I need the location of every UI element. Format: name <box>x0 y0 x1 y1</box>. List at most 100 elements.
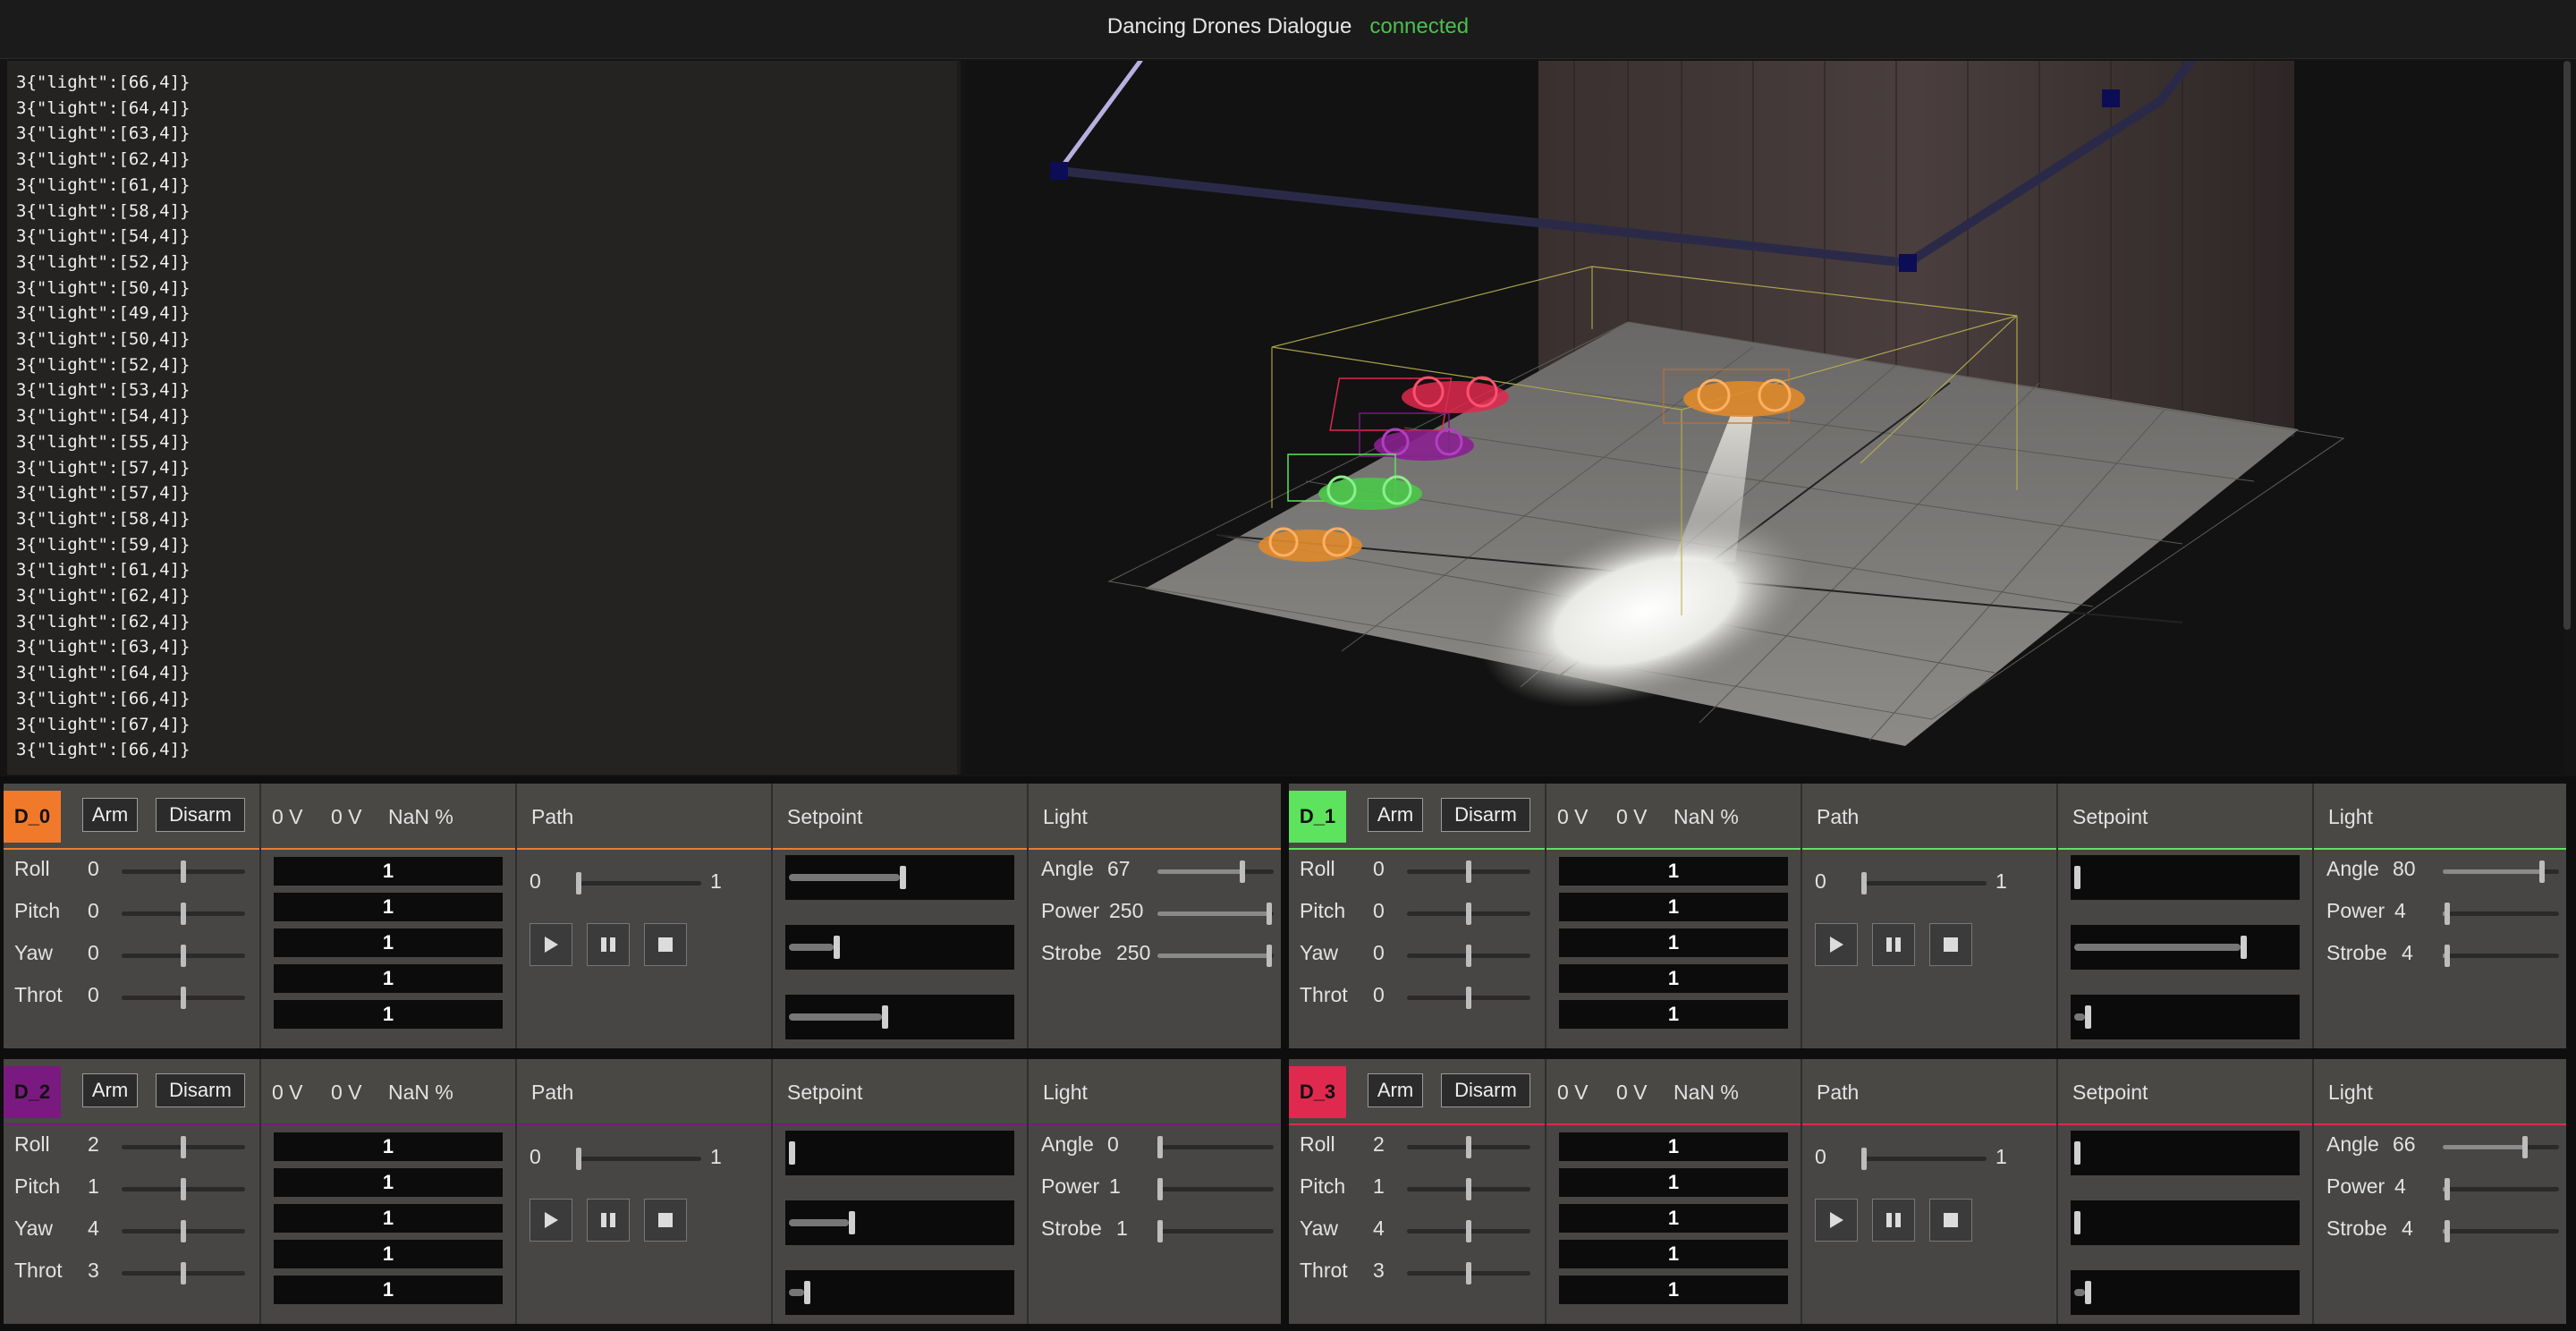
setpoint-knob[interactable] <box>882 1005 888 1029</box>
power-slider[interactable] <box>1157 903 1274 925</box>
setpoint-knob[interactable] <box>2085 1005 2091 1029</box>
setpoint-slider[interactable] <box>2071 1131 2300 1175</box>
setpoint-slider[interactable] <box>2071 925 2300 970</box>
yaw-slider[interactable] <box>1407 1220 1530 1242</box>
power-slider-knob[interactable] <box>1157 1178 1163 1200</box>
arm-button[interactable]: Arm <box>82 798 138 832</box>
pitch-slider-knob[interactable] <box>1466 1178 1471 1200</box>
yaw-slider[interactable] <box>1407 945 1530 967</box>
path-progress-slider-knob[interactable] <box>576 872 581 894</box>
setpoint-knob[interactable] <box>900 866 906 889</box>
throt-slider[interactable] <box>1407 1262 1530 1284</box>
strobe-slider[interactable] <box>2443 1220 2559 1242</box>
setpoint-knob[interactable] <box>2074 1211 2080 1234</box>
throt-slider-knob[interactable] <box>1466 987 1471 1009</box>
angle-slider[interactable] <box>1157 860 1274 883</box>
arm-button[interactable]: Arm <box>1368 798 1423 832</box>
power-slider[interactable] <box>2443 903 2559 925</box>
power-slider[interactable] <box>1157 1178 1274 1200</box>
pitch-slider[interactable] <box>122 903 245 925</box>
yaw-slider-knob[interactable] <box>181 1220 186 1242</box>
setpoint-slider[interactable] <box>2071 995 2300 1039</box>
setpoint-slider[interactable] <box>2071 1270 2300 1315</box>
strobe-slider-knob[interactable] <box>2445 945 2450 967</box>
yaw-slider[interactable] <box>122 945 245 967</box>
strobe-slider-knob[interactable] <box>2445 1220 2450 1242</box>
throt-slider[interactable] <box>122 987 245 1009</box>
path-progress-slider-knob[interactable] <box>1861 872 1867 894</box>
angle-slider-knob[interactable] <box>2522 1136 2528 1158</box>
play-button[interactable] <box>530 1199 572 1242</box>
pitch-slider[interactable] <box>1407 903 1530 925</box>
pitch-slider-knob[interactable] <box>181 1178 186 1200</box>
arm-button[interactable]: Arm <box>82 1073 138 1107</box>
yaw-slider-knob[interactable] <box>1466 945 1471 967</box>
throt-slider[interactable] <box>1407 987 1530 1009</box>
setpoint-knob[interactable] <box>2074 1141 2080 1165</box>
yaw-slider[interactable] <box>122 1220 245 1242</box>
stop-button[interactable] <box>1929 1199 1972 1242</box>
stop-button[interactable] <box>1929 923 1972 966</box>
strobe-slider[interactable] <box>1157 1220 1274 1242</box>
setpoint-knob[interactable] <box>2241 936 2247 959</box>
pause-button[interactable] <box>587 1199 630 1242</box>
play-button[interactable] <box>1815 1199 1858 1242</box>
play-button[interactable] <box>530 923 572 966</box>
pause-button[interactable] <box>1872 1199 1915 1242</box>
path-progress-slider-knob[interactable] <box>576 1148 581 1170</box>
roll-slider-knob[interactable] <box>181 1136 186 1158</box>
setpoint-slider[interactable] <box>2071 855 2300 900</box>
disarm-button[interactable]: Disarm <box>156 798 245 832</box>
roll-slider-knob[interactable] <box>1466 1136 1471 1158</box>
setpoint-slider[interactable] <box>785 855 1014 900</box>
angle-slider-knob[interactable] <box>1240 860 1245 883</box>
throt-slider-knob[interactable] <box>181 1262 186 1284</box>
setpoint-slider[interactable] <box>2071 1200 2300 1245</box>
setpoint-knob[interactable] <box>2085 1281 2091 1304</box>
disarm-button[interactable]: Disarm <box>156 1073 245 1107</box>
stop-button[interactable] <box>644 1199 687 1242</box>
stop-button[interactable] <box>644 923 687 966</box>
roll-slider[interactable] <box>1407 1136 1530 1158</box>
setpoint-slider[interactable] <box>785 1270 1014 1315</box>
setpoint-slider[interactable] <box>785 1200 1014 1245</box>
yaw-slider-knob[interactable] <box>181 945 186 967</box>
strobe-slider-knob[interactable] <box>1267 945 1272 967</box>
setpoint-slider[interactable] <box>785 995 1014 1039</box>
scene-scrollbar[interactable] <box>2563 61 2571 630</box>
roll-slider-knob[interactable] <box>181 860 186 883</box>
roll-slider[interactable] <box>122 860 245 883</box>
angle-slider[interactable] <box>1157 1136 1274 1158</box>
throt-slider[interactable] <box>122 1262 245 1284</box>
angle-slider-knob[interactable] <box>1157 1136 1163 1158</box>
pitch-slider-knob[interactable] <box>181 903 186 925</box>
path-progress-slider[interactable] <box>1861 872 1987 894</box>
power-slider[interactable] <box>2443 1178 2559 1200</box>
roll-slider[interactable] <box>122 1136 245 1158</box>
yaw-slider-knob[interactable] <box>1466 1220 1471 1242</box>
setpoint-knob[interactable] <box>789 1141 795 1165</box>
angle-slider-knob[interactable] <box>2539 860 2545 883</box>
angle-slider[interactable] <box>2443 1136 2559 1158</box>
power-slider-knob[interactable] <box>2445 1178 2450 1200</box>
roll-slider[interactable] <box>1407 860 1530 883</box>
throt-slider-knob[interactable] <box>181 987 186 1009</box>
setpoint-knob[interactable] <box>849 1211 855 1234</box>
pitch-slider-knob[interactable] <box>1466 903 1471 925</box>
disarm-button[interactable]: Disarm <box>1441 1073 1530 1107</box>
arm-button[interactable]: Arm <box>1368 1073 1423 1107</box>
setpoint-knob[interactable] <box>834 936 840 959</box>
power-slider-knob[interactable] <box>1267 903 1272 925</box>
setpoint-knob[interactable] <box>804 1281 810 1304</box>
strobe-slider[interactable] <box>1157 945 1274 967</box>
strobe-slider[interactable] <box>2443 945 2559 967</box>
3d-stage-view[interactable] <box>966 61 2563 775</box>
pitch-slider[interactable] <box>1407 1178 1530 1200</box>
pitch-slider[interactable] <box>122 1178 245 1200</box>
setpoint-slider[interactable] <box>785 1131 1014 1175</box>
angle-slider[interactable] <box>2443 860 2559 883</box>
setpoint-slider[interactable] <box>785 925 1014 970</box>
setpoint-knob[interactable] <box>2074 866 2080 889</box>
strobe-slider-knob[interactable] <box>1157 1220 1163 1242</box>
disarm-button[interactable]: Disarm <box>1441 798 1530 832</box>
